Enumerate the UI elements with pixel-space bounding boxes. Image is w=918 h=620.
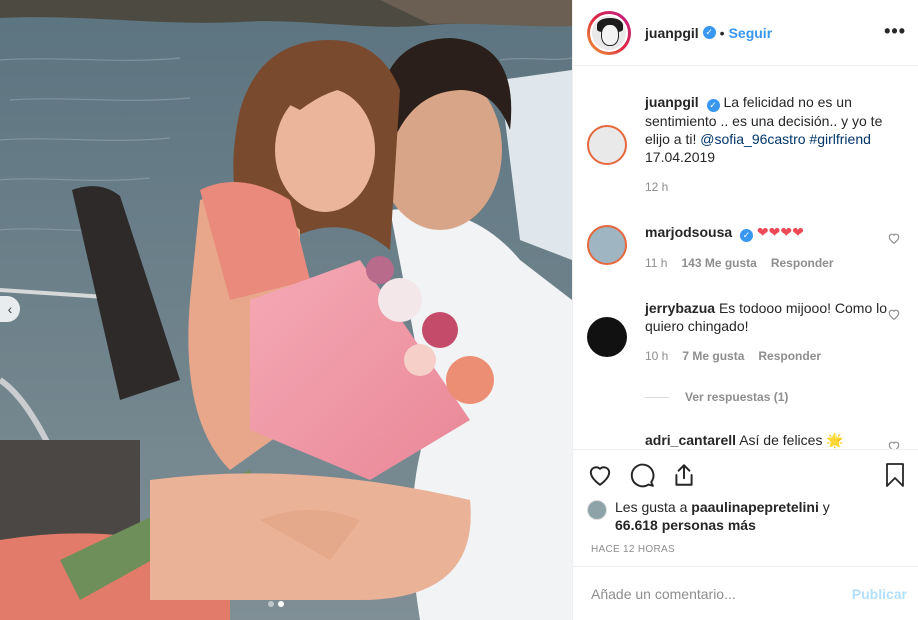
carousel-dot-active [278, 601, 284, 607]
view-replies-button[interactable]: Ver respuestas (1) [645, 390, 788, 404]
comments-list[interactable]: juanpgil ✓ La felicidad no es un sentimi… [573, 67, 918, 449]
share-icon[interactable] [671, 462, 697, 488]
replies-divider [645, 396, 669, 398]
photo-illustration [0, 0, 572, 620]
comment-like-icon[interactable] [887, 231, 901, 245]
save-bookmark-icon[interactable] [883, 462, 907, 488]
post-photo[interactable]: ‹ [0, 0, 572, 620]
comment-username[interactable]: marjodsousa [645, 224, 732, 240]
comment-likes[interactable]: 143 Me gusta [681, 256, 756, 270]
author-avatar[interactable] [587, 10, 631, 55]
reply-button[interactable]: Responder [771, 256, 834, 270]
comment-likes[interactable]: 7 Me gusta [682, 349, 744, 363]
reply-button[interactable]: Responder [758, 349, 821, 363]
liker-avatar[interactable] [587, 500, 607, 520]
likes-summary: Les gusta a paaulinapepretelini y 66.618… [573, 498, 918, 534]
caption-avatar[interactable] [587, 125, 627, 165]
publish-button[interactable]: Publicar [852, 586, 907, 602]
verified-icon: ✓ [740, 229, 754, 242]
caption-hashtag[interactable]: #girlfriend [809, 131, 870, 147]
post-time-ago[interactable]: HACE 12 HORAS [573, 544, 918, 555]
post-sidebar: juanpgil ✓ • Seguir ••• juanpgil ✓ La fe… [572, 0, 918, 620]
separator-dot: • [719, 24, 725, 41]
comment-username[interactable]: adri_cantarell [645, 432, 736, 448]
likes-prefix: Les gusta a [615, 499, 688, 515]
caption-date: 17.04.2019 [645, 149, 716, 165]
like-heart-icon[interactable] [587, 462, 613, 488]
caption-mention[interactable]: @sofia_96castro [700, 131, 805, 147]
post-actions: Les gusta a paaulinapepretelini y 66.618… [573, 449, 918, 555]
carousel-indicator [268, 601, 284, 607]
carousel-dot [268, 601, 274, 607]
likes-count[interactable]: 66.618 personas más [615, 517, 756, 533]
caption-time[interactable]: 12 h [645, 180, 668, 194]
commenter-avatar[interactable] [587, 317, 627, 357]
comment-like-icon[interactable] [887, 439, 901, 449]
comment-time[interactable]: 10 h [645, 349, 668, 363]
view-replies-label[interactable]: Ver respuestas (1) [685, 390, 788, 404]
comment-username[interactable]: jerrybazua [645, 300, 715, 316]
comment-icon[interactable] [629, 462, 655, 488]
likes-connector: y [822, 499, 830, 515]
comment-item: jerrybazua Es todooo mijooo! Como lo qui… [587, 299, 907, 363]
more-options-icon[interactable]: ••• [884, 22, 906, 40]
comment-item: marjodsousa ✓ ❤❤❤❤ 11 h 143 Me gusta Res… [587, 223, 907, 270]
comment-text: Así de felices 🌟 [739, 432, 844, 448]
verified-icon: ✓ [702, 26, 716, 39]
caption: juanpgil ✓ La felicidad no es un sentimi… [587, 93, 907, 194]
caption-username[interactable]: juanpgil [645, 94, 699, 110]
verified-icon: ✓ [706, 99, 720, 112]
follow-button[interactable]: Seguir [729, 25, 773, 41]
comment-item: adri_cantarell Así de felices 🌟 [587, 431, 907, 449]
comment-time[interactable]: 11 h [645, 256, 667, 270]
post-header: juanpgil ✓ • Seguir ••• [573, 0, 918, 66]
comment-text: ❤❤❤❤ [756, 224, 804, 240]
comment-like-icon[interactable] [887, 307, 901, 321]
commenter-avatar[interactable] [587, 225, 627, 265]
liker-username[interactable]: paaulinapepretelini [691, 499, 819, 515]
comment-input[interactable]: Añade un comentario... [591, 586, 852, 602]
author-username[interactable]: juanpgil [645, 25, 699, 41]
add-comment-bar: Añade un comentario... Publicar [573, 566, 918, 620]
